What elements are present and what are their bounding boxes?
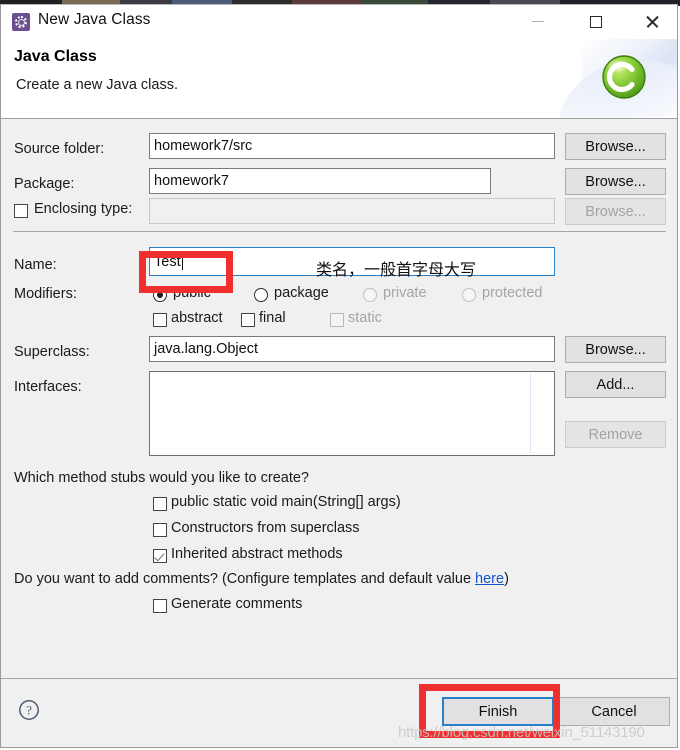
method-stubs-question: Which method stubs would you like to cre… [14, 470, 309, 486]
configure-templates-link[interactable]: here [475, 571, 504, 587]
modifier-label-final: final [259, 310, 286, 326]
package-input[interactable]: homework7 [149, 168, 491, 194]
svg-text:?: ? [26, 703, 32, 718]
name-label: Name: [14, 257, 57, 273]
maximize-icon [573, 5, 619, 38]
generate-comments-checkbox[interactable] [153, 599, 167, 613]
stub-label-main-method: public static void main(String[] args) [171, 494, 401, 510]
minimize-button[interactable] [515, 5, 561, 38]
maximize-button[interactable] [573, 5, 619, 38]
source-folder-input[interactable]: homework7/src [149, 133, 555, 159]
modifier-checkbox-static [330, 313, 344, 327]
modifier-label-private: private [383, 285, 427, 301]
modifier-label-public: public [173, 285, 211, 301]
header-banner [547, 39, 677, 118]
eclipse-wizard-icon [12, 13, 30, 31]
stub-checkbox-inherited-abstract[interactable] [153, 549, 167, 563]
modifier-radio-public[interactable] [153, 288, 167, 302]
superclass-browse-button[interactable]: Browse... [565, 336, 666, 363]
interfaces-add-button[interactable]: Add... [565, 371, 666, 398]
modifier-label-abstract: abstract [171, 310, 223, 326]
modifier-radio-protected [462, 288, 476, 302]
enclosing-type-input [149, 198, 555, 224]
modifier-label-static: static [348, 310, 382, 326]
enclosing-type-checkbox[interactable] [14, 204, 28, 218]
source-folder-label: Source folder: [14, 141, 105, 157]
csdn-watermark: https://blog.csdn.net/weixin_51143190 [398, 724, 645, 741]
interfaces-label: Interfaces: [14, 379, 82, 395]
close-button[interactable] [629, 5, 675, 38]
java-class-green-ball-icon [602, 55, 646, 99]
window-title: New Java Class [38, 11, 151, 28]
minimize-icon [515, 5, 561, 38]
modifier-radio-package[interactable] [254, 288, 268, 302]
modifier-label-protected: protected [482, 285, 543, 301]
comments-question-suffix: ) [504, 571, 509, 587]
modifier-label-package: package [274, 285, 329, 301]
finish-button[interactable]: Finish [442, 697, 554, 726]
title-bar: New Java Class [1, 5, 677, 39]
stub-checkbox-constructors[interactable] [153, 523, 167, 537]
section-divider [13, 231, 666, 232]
superclass-input[interactable]: java.lang.Object [149, 336, 555, 362]
superclass-label: Superclass: [14, 344, 90, 360]
wizard-header: Java Class Create a new Java class. [1, 39, 677, 119]
help-question-icon[interactable]: ? [18, 699, 40, 721]
enclosing-type-browse-button: Browse... [565, 198, 666, 225]
modifier-radio-private [363, 288, 377, 302]
annotation-text-name-note: 类名，一般首字母大写 [316, 262, 477, 279]
comments-question-prefix: Do you want to add comments? (Configure … [14, 571, 476, 587]
stub-label-constructors: Constructors from superclass [171, 520, 360, 536]
interfaces-scrollbar-track[interactable] [530, 374, 531, 453]
package-browse-button[interactable]: Browse... [565, 168, 666, 195]
new-java-class-dialog: New Java Class Java Class Create a new J… [0, 4, 678, 748]
class-name-value: Test [154, 253, 181, 270]
package-label: Package: [14, 176, 75, 192]
form-area: Source folder: homework7/src Browse... P… [1, 119, 677, 679]
interfaces-remove-button: Remove [565, 421, 666, 448]
generate-comments-label: Generate comments [171, 596, 303, 612]
stub-label-inherited-abstract: Inherited abstract methods [171, 546, 343, 562]
modifier-checkbox-abstract[interactable] [153, 313, 167, 327]
modifiers-label: Modifiers: [14, 286, 77, 302]
close-icon [629, 5, 675, 38]
stub-checkbox-main-method[interactable] [153, 497, 167, 511]
interfaces-list[interactable] [149, 371, 555, 456]
cancel-button[interactable]: Cancel [558, 697, 670, 726]
source-folder-browse-button[interactable]: Browse... [565, 133, 666, 160]
enclosing-type-label: Enclosing type: [34, 201, 133, 217]
text-caret [181, 253, 183, 270]
modifier-checkbox-final[interactable] [241, 313, 255, 327]
page-title: Java Class [14, 48, 97, 65]
page-description: Create a new Java class. [16, 77, 178, 93]
